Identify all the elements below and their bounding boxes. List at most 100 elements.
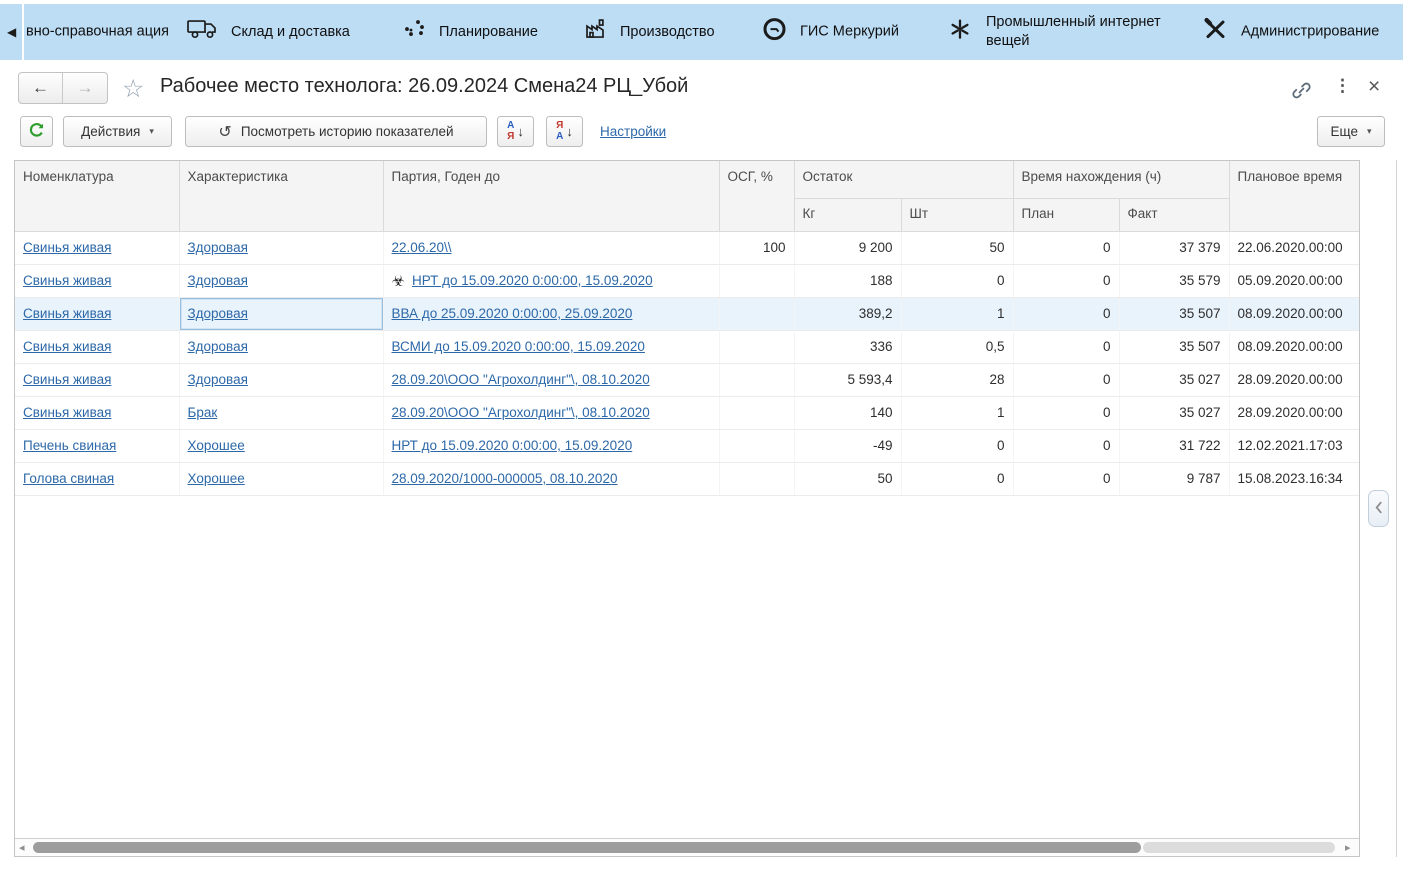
- batch-link[interactable]: ВВА до 25.09.2020 0:00:00, 25.09.2020: [392, 306, 633, 321]
- nav-divider: [22, 4, 24, 60]
- scrollbar-track[interactable]: [1143, 842, 1335, 853]
- table-row[interactable]: Печень свиная Хорошее НРТ до 15.09.2020 …: [15, 429, 1360, 462]
- col-header-osg[interactable]: ОСГ, %: [719, 161, 794, 231]
- nomenclature-link[interactable]: Голова свиная: [23, 471, 114, 486]
- pcs-value: 28: [901, 363, 1013, 396]
- characteristic-link[interactable]: Здоровая: [188, 306, 248, 321]
- table-row[interactable]: Свинья живая Здоровая ☣ НРТ до 15.09.2020…: [15, 264, 1360, 297]
- nav-item-label: Склад и доставка: [231, 23, 350, 42]
- nav-scroll-left-icon[interactable]: ◀: [7, 25, 16, 39]
- chevron-down-icon: ▾: [149, 126, 154, 137]
- col-header-kg[interactable]: Кг: [794, 198, 901, 231]
- kg-value: 9 200: [794, 231, 901, 264]
- characteristic-link[interactable]: Хорошее: [188, 438, 245, 453]
- nav-item-administration[interactable]: Администрирование: [1203, 17, 1379, 48]
- nav-item-label: Планирование: [439, 23, 538, 42]
- nav-item-production[interactable]: Производство: [583, 17, 715, 47]
- plan-value: 0: [1013, 297, 1119, 330]
- table-row[interactable]: Свинья живая Здоровая 22.06.20\\ 100 9 2…: [15, 231, 1360, 264]
- nav-item-warehouse-delivery[interactable]: Склад и доставка: [186, 17, 350, 47]
- horizontal-scrollbar[interactable]: ◂ ▸: [15, 838, 1359, 856]
- data-grid: Номенклатура Характеристика Партия, Годе…: [14, 160, 1360, 857]
- characteristic-link[interactable]: Хорошее: [188, 471, 245, 486]
- fact-value: 35 027: [1119, 363, 1229, 396]
- nav-item-planning[interactable]: Планирование: [402, 17, 538, 47]
- get-link-icon[interactable]: [1291, 80, 1312, 106]
- nomenclature-link[interactable]: Свинья живая: [23, 240, 111, 255]
- nomenclature-link[interactable]: Свинья живая: [23, 372, 111, 387]
- col-header-characteristic[interactable]: Характеристика: [179, 161, 383, 231]
- settings-link[interactable]: Настройки: [600, 116, 666, 147]
- sort-descending-button[interactable]: Я А ↓: [546, 116, 583, 147]
- table-row[interactable]: Свинья живая Брак 28.09.20\ООО "Агрохолд…: [15, 396, 1360, 429]
- nomenclature-link[interactable]: Печень свиная: [23, 438, 116, 453]
- batch-link[interactable]: 28.09.20\ООО "Агрохолдинг"\, 08.10.2020: [392, 372, 650, 387]
- scroll-right-icon[interactable]: ▸: [1345, 841, 1351, 854]
- nav-item-reference-info[interactable]: вно-справочная ация: [26, 23, 176, 42]
- refresh-button[interactable]: [20, 116, 53, 147]
- col-header-plan[interactable]: План: [1013, 198, 1119, 231]
- table-row[interactable]: Свинья живая Здоровая 28.09.20\ООО "Агро…: [15, 363, 1360, 396]
- nomenclature-link[interactable]: Свинья живая: [23, 339, 111, 354]
- plan-value: 0: [1013, 396, 1119, 429]
- table-row[interactable]: Свинья живая Здоровая ВСМИ до 15.09.2020…: [15, 330, 1360, 363]
- arrow-down-icon: ↓: [566, 124, 573, 139]
- back-button[interactable]: ←: [19, 73, 63, 103]
- window-menu-icon[interactable]: ⋮: [1334, 77, 1351, 94]
- col-header-time-group[interactable]: Время нахождения (ч): [1013, 161, 1229, 198]
- sort-ascending-button[interactable]: А Я ↓: [497, 116, 534, 147]
- characteristic-link[interactable]: Брак: [188, 405, 218, 420]
- pcs-value: 1: [901, 297, 1013, 330]
- pcs-value: 0: [901, 264, 1013, 297]
- col-header-fact[interactable]: Факт: [1119, 198, 1229, 231]
- characteristic-link[interactable]: Здоровая: [188, 240, 248, 255]
- close-icon[interactable]: ×: [1368, 76, 1380, 97]
- table-row[interactable]: Голова свиная Хорошее 28.09.2020/1000-00…: [15, 462, 1360, 495]
- col-header-remainder[interactable]: Остаток: [794, 161, 1013, 198]
- osg-value: [719, 396, 794, 429]
- nomenclature-link[interactable]: Свинья живая: [23, 306, 111, 321]
- planned-time-value: 08.09.2020.00:00: [1229, 330, 1360, 363]
- fact-value: 35 507: [1119, 297, 1229, 330]
- selected-cell[interactable]: Здоровая: [179, 297, 383, 330]
- batch-link[interactable]: НРТ до 15.09.2020 0:00:00, 15.09.2020: [392, 438, 633, 453]
- col-header-nomenclature[interactable]: Номенклатура: [15, 161, 179, 231]
- forward-button[interactable]: →: [63, 73, 107, 103]
- pcs-value: 0,5: [901, 330, 1013, 363]
- scroll-left-icon[interactable]: ◂: [19, 841, 25, 854]
- view-history-button[interactable]: ↺ Посмотреть историю показателей: [185, 116, 487, 147]
- nomenclature-link[interactable]: Свинья живая: [23, 273, 111, 288]
- table-row-selected[interactable]: Свинья живая Здоровая ВВА до 25.09.2020 …: [15, 297, 1360, 330]
- favorite-star-icon[interactable]: ☆: [122, 74, 144, 104]
- factory-icon: [583, 17, 607, 47]
- col-header-planned-time[interactable]: Плановое время: [1229, 161, 1360, 231]
- col-header-pcs[interactable]: Шт: [901, 198, 1013, 231]
- actions-button[interactable]: Действия ▾: [63, 116, 172, 147]
- pcs-value: 0: [901, 429, 1013, 462]
- batch-link[interactable]: 28.09.2020/1000-000005, 08.10.2020: [392, 471, 618, 486]
- plan-value: 0: [1013, 264, 1119, 297]
- nav-item-iot[interactable]: Промышленный интернет вещей: [947, 13, 1181, 51]
- batch-link[interactable]: 28.09.20\ООО "Агрохолдинг"\, 08.10.2020: [392, 405, 650, 420]
- collapse-panel-button[interactable]: [1368, 490, 1389, 527]
- app-window: ◀ вно-справочная ация Склад и доставка: [0, 0, 1403, 871]
- batch-link[interactable]: ВСМИ до 15.09.2020 0:00:00, 15.09.2020: [392, 339, 645, 354]
- kg-value: 389,2: [794, 297, 901, 330]
- col-header-batch[interactable]: Партия, Годен до: [383, 161, 719, 231]
- more-button[interactable]: Еще ▾: [1317, 116, 1385, 147]
- plan-value: 0: [1013, 231, 1119, 264]
- more-label: Еще: [1331, 124, 1358, 139]
- tools-icon: [1203, 17, 1228, 48]
- characteristic-link[interactable]: Здоровая: [188, 339, 248, 354]
- scrollbar-thumb[interactable]: [33, 842, 1141, 853]
- nomenclature-link[interactable]: Свинья живая: [23, 405, 111, 420]
- biohazard-icon: ☣: [392, 273, 405, 290]
- nav-item-gis-mercury[interactable]: ГИС Меркурий: [762, 17, 899, 48]
- forward-arrow-icon: →: [77, 78, 94, 97]
- characteristic-link[interactable]: Здоровая: [188, 372, 248, 387]
- batch-link[interactable]: НРТ до 15.09.2020 0:00:00, 15.09.2020: [412, 273, 653, 288]
- characteristic-link[interactable]: Здоровая: [188, 273, 248, 288]
- fact-value: 37 379: [1119, 231, 1229, 264]
- batch-link[interactable]: 22.06.20\\: [392, 240, 452, 255]
- kg-value: 188: [794, 264, 901, 297]
